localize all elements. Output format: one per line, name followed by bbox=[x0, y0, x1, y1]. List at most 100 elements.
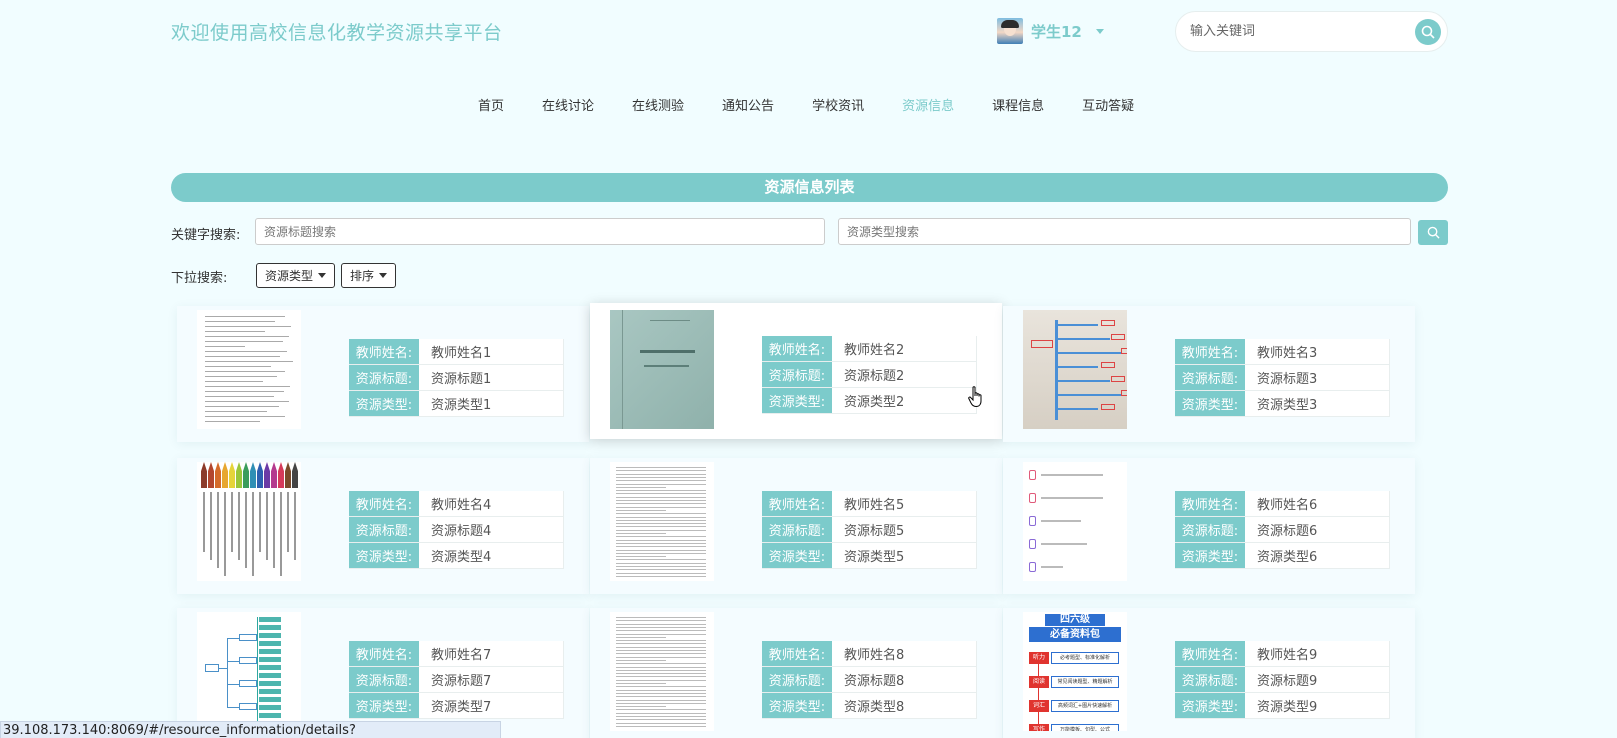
cet-poster-row-key: 听力 bbox=[1029, 652, 1049, 664]
title-search-input[interactable] bbox=[255, 218, 825, 245]
site-title: 欢迎使用高校信息化教学资源共享平台 bbox=[171, 22, 503, 44]
cet-poster-row-key: 写作 bbox=[1029, 724, 1049, 731]
header-search-button[interactable] bbox=[1415, 18, 1441, 45]
user-menu[interactable]: 学生12 bbox=[997, 18, 1104, 44]
nav-item-0[interactable]: 首页 bbox=[478, 95, 504, 114]
teacher-row: 教师姓名: 教师姓名6 bbox=[1175, 491, 1390, 517]
nav-item-7[interactable]: 互动答疑 bbox=[1082, 95, 1134, 114]
keyword-search-label: 关键字搜索: bbox=[171, 228, 241, 243]
nav-item-3[interactable]: 通知公告 bbox=[722, 95, 774, 114]
resource-info-table: 教师姓名: 教师姓名7 资源标题: 资源标题7 资源类型: 资源类型7 bbox=[349, 641, 564, 719]
nav-item-6[interactable]: 课程信息 bbox=[992, 95, 1044, 114]
title-value: 资源标题1 bbox=[419, 365, 564, 390]
resource-thumbnail[interactable] bbox=[610, 612, 714, 731]
type-value: 资源类型6 bbox=[1245, 543, 1390, 568]
teacher-value: 教师姓名8 bbox=[832, 641, 977, 666]
teacher-value: 教师姓名1 bbox=[419, 339, 564, 364]
type-row: 资源类型: 资源类型3 bbox=[1175, 391, 1390, 417]
title-value: 资源标题4 bbox=[419, 517, 564, 542]
type-value: 资源类型2 bbox=[832, 388, 977, 413]
type-row: 资源类型: 资源类型5 bbox=[762, 543, 977, 569]
type-row: 资源类型: 资源类型8 bbox=[762, 693, 977, 719]
resource-info-table: 教师姓名: 教师姓名8 资源标题: 资源标题8 资源类型: 资源类型8 bbox=[762, 641, 977, 719]
hand-cursor-icon bbox=[968, 386, 982, 408]
cet-poster-row-value: 必考题型、标准化解析 bbox=[1051, 652, 1119, 664]
teacher-row: 教师姓名: 教师姓名8 bbox=[762, 641, 977, 667]
resource-card[interactable]: 教师姓名: 教师姓名6 资源标题: 资源标题6 资源类型: 资源类型6 bbox=[1003, 458, 1415, 594]
type-search-input[interactable] bbox=[838, 218, 1411, 245]
resource-card[interactable]: 教师姓名: 教师姓名5 资源标题: 资源标题5 资源类型: 资源类型5 bbox=[590, 458, 1002, 594]
nav-item-2[interactable]: 在线测验 bbox=[632, 95, 684, 114]
resource-thumbnail[interactable] bbox=[1023, 310, 1127, 429]
teacher-label: 教师姓名: bbox=[762, 641, 832, 666]
type-label: 资源类型: bbox=[349, 391, 419, 416]
title-label: 资源标题: bbox=[1175, 667, 1245, 692]
title-value: 资源标题2 bbox=[832, 362, 977, 387]
type-label: 资源类型: bbox=[1175, 543, 1245, 568]
username[interactable]: 学生12 bbox=[1031, 21, 1082, 42]
resource-card[interactable]: 教师姓名: 教师姓名1 资源标题: 资源标题1 资源类型: 资源类型1 bbox=[177, 306, 589, 442]
teacher-row: 教师姓名: 教师姓名5 bbox=[762, 491, 977, 517]
teacher-value: 教师姓名9 bbox=[1245, 641, 1390, 666]
cet-poster-row-value: 常见阅读题型、精题解析 bbox=[1051, 676, 1119, 688]
type-row: 资源类型: 资源类型9 bbox=[1175, 693, 1390, 719]
resource-card[interactable]: 教师姓名: 教师姓名2 资源标题: 资源标题2 资源类型: 资源类型2 bbox=[590, 303, 1002, 439]
resource-thumbnail[interactable]: 四六级 必备资料包 听力 必考题型、标准化解析 阅读 常见阅读题型、精题解析 词汇 高频词汇+… bbox=[1023, 612, 1127, 731]
title-row: 资源标题: 资源标题4 bbox=[349, 517, 564, 543]
title-row: 资源标题: 资源标题9 bbox=[1175, 667, 1390, 693]
resource-thumbnail[interactable] bbox=[197, 310, 301, 429]
title-row: 资源标题: 资源标题3 bbox=[1175, 365, 1390, 391]
type-value: 资源类型4 bbox=[419, 543, 564, 568]
avatar[interactable] bbox=[997, 18, 1023, 44]
resource-thumbnail[interactable] bbox=[610, 462, 714, 581]
type-value: 资源类型7 bbox=[419, 693, 564, 718]
teacher-label: 教师姓名: bbox=[1175, 641, 1245, 666]
resource-info-table: 教师姓名: 教师姓名9 资源标题: 资源标题9 资源类型: 资源类型9 bbox=[1175, 641, 1390, 719]
title-label: 资源标题: bbox=[762, 362, 832, 387]
teacher-value: 教师姓名2 bbox=[832, 336, 977, 361]
teacher-value: 教师姓名7 bbox=[419, 641, 564, 666]
sort-dropdown[interactable]: 排序 bbox=[341, 263, 397, 288]
status-bar-url: 39.108.173.140:8069/#/resource_informati… bbox=[0, 721, 501, 738]
teacher-row: 教师姓名: 教师姓名7 bbox=[349, 641, 564, 667]
type-dropdown[interactable]: 资源类型 bbox=[256, 263, 336, 288]
header-search bbox=[1175, 11, 1448, 52]
resource-thumbnail[interactable] bbox=[197, 612, 301, 731]
nav-item-1[interactable]: 在线讨论 bbox=[542, 95, 594, 114]
resource-info-table: 教师姓名: 教师姓名4 资源标题: 资源标题4 资源类型: 资源类型4 bbox=[349, 491, 564, 569]
title-value: 资源标题6 bbox=[1245, 517, 1390, 542]
type-dropdown-label: 资源类型 bbox=[265, 269, 314, 283]
resource-thumbnail[interactable] bbox=[1023, 462, 1127, 581]
title-row: 资源标题: 资源标题6 bbox=[1175, 517, 1390, 543]
teacher-value: 教师姓名3 bbox=[1245, 339, 1390, 364]
resource-card[interactable]: 四六级 必备资料包 听力 必考题型、标准化解析 阅读 常见阅读题型、精题解析 词汇 高频词汇+… bbox=[1003, 608, 1415, 738]
title-row: 资源标题: 资源标题7 bbox=[349, 667, 564, 693]
caret-down-icon bbox=[379, 273, 388, 278]
title-row: 资源标题: 资源标题2 bbox=[762, 362, 977, 388]
resource-thumbnail[interactable] bbox=[197, 462, 301, 581]
title-label: 资源标题: bbox=[349, 365, 419, 390]
resource-card[interactable]: 教师姓名: 教师姓名4 资源标题: 资源标题4 资源类型: 资源类型4 bbox=[177, 458, 589, 594]
cet-poster-title-2: 必备资料包 bbox=[1029, 627, 1121, 642]
type-value: 资源类型3 bbox=[1245, 391, 1390, 416]
type-label: 资源类型: bbox=[1175, 693, 1245, 718]
nav-item-4[interactable]: 学校资讯 bbox=[812, 95, 864, 114]
teacher-value: 教师姓名4 bbox=[419, 491, 564, 516]
teacher-row: 教师姓名: 教师姓名2 bbox=[762, 336, 977, 362]
nav-item-5[interactable]: 资源信息 bbox=[902, 95, 954, 114]
header-search-input[interactable] bbox=[1190, 24, 1415, 39]
resource-card[interactable]: 教师姓名: 教师姓名3 资源标题: 资源标题3 资源类型: 资源类型3 bbox=[1003, 306, 1415, 442]
resource-card[interactable]: 教师姓名: 教师姓名8 资源标题: 资源标题8 资源类型: 资源类型8 bbox=[590, 608, 1002, 738]
resource-info-table: 教师姓名: 教师姓名3 资源标题: 资源标题3 资源类型: 资源类型3 bbox=[1175, 339, 1390, 417]
title-value: 资源标题3 bbox=[1245, 365, 1390, 390]
teacher-row: 教师姓名: 教师姓名4 bbox=[349, 491, 564, 517]
cet-poster-row-value: 高频词汇+图片快速解析 bbox=[1051, 700, 1119, 712]
caret-down-icon bbox=[318, 273, 327, 278]
query-button[interactable] bbox=[1418, 220, 1448, 245]
caret-down-icon[interactable] bbox=[1095, 28, 1104, 34]
sort-dropdown-label: 排序 bbox=[350, 269, 375, 283]
type-value: 资源类型8 bbox=[832, 693, 977, 718]
resource-card[interactable]: 教师姓名: 教师姓名7 资源标题: 资源标题7 资源类型: 资源类型7 bbox=[177, 608, 589, 738]
type-label: 资源类型: bbox=[349, 543, 419, 568]
resource-thumbnail[interactable] bbox=[610, 310, 714, 429]
